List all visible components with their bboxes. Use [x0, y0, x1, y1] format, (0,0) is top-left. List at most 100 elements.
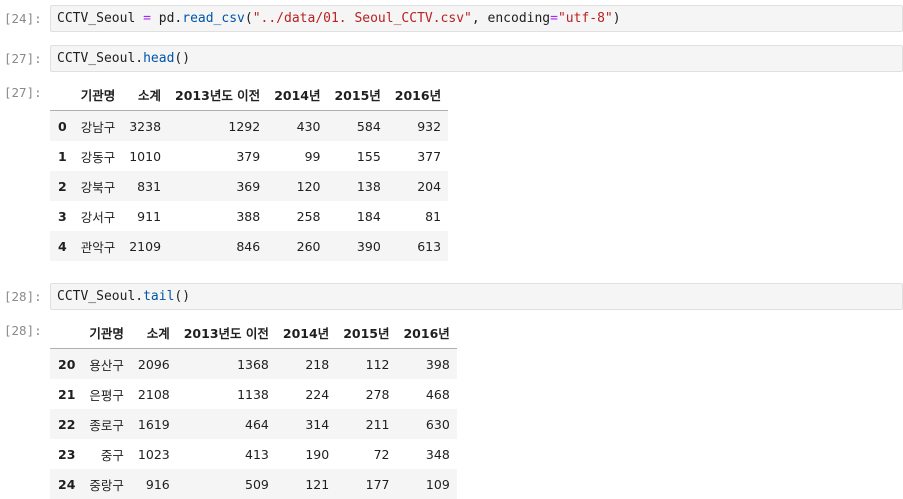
table-cell: 81: [425, 208, 442, 224]
table-cell: 398: [425, 356, 450, 372]
index-header: [50, 316, 83, 349]
row-index: 3: [58, 208, 67, 224]
table-cell: 388: [236, 208, 261, 224]
row-index: 21: [58, 386, 76, 402]
table-cell: 369: [236, 178, 261, 194]
table-cell: 109: [425, 476, 450, 492]
row-index: 22: [58, 416, 76, 432]
table-cell: 464: [245, 416, 269, 432]
table-cell: 138: [356, 178, 381, 194]
code-editor[interactable]: CCTV_Seoul.head(): [50, 45, 903, 72]
table-cell: 584: [356, 118, 381, 134]
table-cell: 1368: [237, 356, 269, 372]
code-token: =: [550, 11, 558, 26]
table-cell: 211: [365, 416, 390, 432]
input-prompt: [27]:: [4, 51, 42, 66]
table-cell: 1292: [228, 118, 261, 134]
table-cell: 911: [137, 208, 162, 224]
table-cell: 190: [305, 446, 330, 462]
input-prompt: [28]:: [4, 289, 42, 304]
table-cell: 831: [137, 178, 162, 194]
code-token: =: [135, 11, 159, 26]
code-token: (): [174, 51, 191, 66]
table-cell: 613: [417, 238, 442, 254]
table-row: 21 은평구 2108 1138 224 278 468: [50, 379, 457, 409]
row-index: 20: [58, 356, 76, 372]
table-row: 4 관악구 2109 846 260 390 613: [50, 231, 449, 261]
table-cell: 314: [305, 416, 330, 432]
table-cell: 379: [236, 148, 261, 164]
column-header: 2015년: [336, 316, 397, 349]
code-editor[interactable]: CCTV_Seoul.tail(): [50, 283, 903, 310]
table-cell: 2109: [129, 238, 162, 254]
table-cell: 2096: [137, 356, 170, 372]
table-cell: 은평구: [89, 387, 124, 403]
code-token: tail: [143, 289, 175, 304]
table-row: 0 강남구 3238 1292 430 584 932: [50, 110, 449, 141]
column-header: 2016년: [396, 316, 457, 349]
table-cell: 2108: [137, 386, 170, 402]
code-token: .: [135, 51, 144, 66]
code-token: ): [612, 11, 621, 26]
row-index: 0: [58, 118, 67, 134]
table-cell: 중랑구: [89, 477, 124, 493]
table-cell: 430: [296, 118, 321, 134]
code-editor[interactable]: CCTV_Seoul = pd.read_csv("../data/01. Se…: [50, 5, 903, 32]
column-header: 기관명: [73, 78, 123, 111]
table-cell: 1619: [137, 416, 170, 432]
dataframe-tail-output: 기관명 소계 2013년도 이전 2014년 2015년 2016년 20 용산구 2096 1…: [50, 316, 457, 499]
code-token: (): [174, 289, 191, 304]
code-token: read_csv: [182, 11, 245, 26]
table-cell: 932: [417, 118, 442, 134]
table-cell: 72: [373, 446, 390, 462]
table-cell: 중구: [100, 447, 124, 463]
code-token: "utf-8": [557, 11, 613, 26]
table-cell: 258: [296, 208, 321, 224]
row-index: 24: [58, 476, 76, 492]
table-cell: 강동구: [80, 149, 116, 165]
input-prompt: [24]:: [4, 11, 42, 26]
table-cell: 강남구: [80, 119, 116, 135]
table-cell: 218: [305, 356, 330, 372]
table-row: 2 강북구 831 369 120 138 204: [50, 171, 449, 201]
table-cell: 260: [296, 238, 321, 254]
table-row: 24 중랑구 916 509 121 177 109: [50, 469, 457, 499]
table-cell: 509: [245, 476, 269, 492]
column-header: 소계: [122, 78, 169, 111]
table-cell: 1138: [237, 386, 269, 402]
column-header: 2013년도 이전: [176, 316, 276, 349]
column-header: 기관명: [82, 316, 131, 349]
table-row: 3 강서구 911 388 258 184 81: [50, 201, 449, 231]
table-cell: 184: [356, 208, 381, 224]
column-header: 2016년: [387, 78, 449, 111]
output-prompt: [28]:: [4, 323, 42, 338]
table-cell: 155: [356, 148, 381, 164]
table-header-row: 기관명 소계 2013년도 이전 2014년 2015년 2016년: [50, 78, 449, 111]
code-token: encoding: [487, 11, 551, 26]
code-token: CCTV_Seoul: [57, 11, 136, 26]
table-cell: 916: [145, 476, 170, 492]
table-cell: 3238: [129, 118, 162, 134]
column-header: 2014년: [275, 316, 337, 349]
code-token: .: [135, 289, 144, 304]
row-index: 2: [58, 178, 67, 194]
table-cell: 99: [304, 148, 321, 164]
row-index: 1: [58, 148, 67, 164]
table-cell: 468: [425, 386, 450, 402]
table-cell: 1010: [129, 148, 162, 164]
table-cell: 348: [425, 446, 450, 462]
table-cell: 413: [245, 446, 269, 462]
output-prompt: [27]:: [4, 85, 42, 100]
row-index: 4: [58, 238, 67, 254]
table-cell: 관악구: [80, 239, 116, 255]
table-cell: 204: [417, 178, 442, 194]
table-cell: 120: [296, 178, 321, 194]
column-header: 2013년도 이전: [168, 78, 268, 111]
code-token: "../data/01. Seoul_CCTV.csv": [252, 11, 472, 26]
table-row: 23 중구 1023 413 190 72 348: [50, 439, 457, 469]
table-row: 1 강동구 1010 379 99 155 377: [50, 141, 449, 171]
table-header-row: 기관명 소계 2013년도 이전 2014년 2015년 2016년: [50, 316, 457, 349]
code-token: pd: [158, 11, 175, 26]
table-cell: 112: [365, 356, 390, 372]
table-cell: 강북구: [80, 179, 116, 195]
